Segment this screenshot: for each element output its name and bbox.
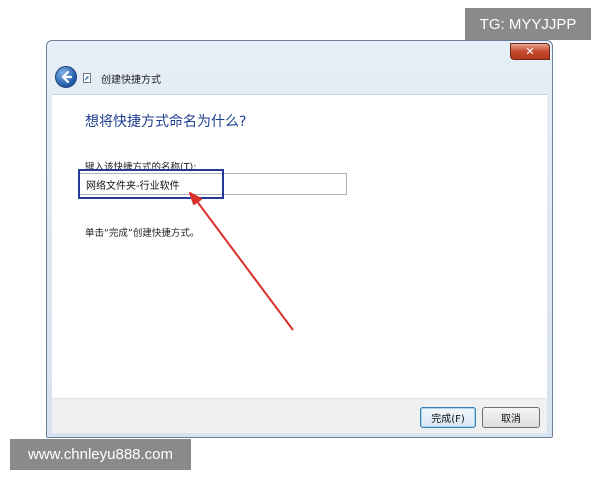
cancel-button[interactable]: 取消 <box>482 407 540 428</box>
name-field-label: 键入该快捷方式的名称(T): <box>85 162 197 173</box>
nav-bar: 创建快捷方式 <box>47 63 552 93</box>
page-heading: 想将快捷方式命名为什么? <box>85 114 247 130</box>
close-icon: ✕ <box>525 45 535 58</box>
watermark-top-right: TG: MYYJJPP <box>465 8 591 40</box>
create-shortcut-dialog: ✕ 创建快捷方式 想将快捷方式命名为什么? 键入该快捷方式的名称(T): 单击“… <box>46 40 553 438</box>
content-panel: 想将快捷方式命名为什么? 键入该快捷方式的名称(T): 单击“完成”创建快捷方式… <box>52 94 547 399</box>
shortcut-name-input[interactable] <box>79 173 347 195</box>
finish-hint-text: 单击“完成”创建快捷方式。 <box>85 228 200 239</box>
back-button[interactable] <box>55 66 77 88</box>
finish-button[interactable]: 完成(F) <box>420 407 476 428</box>
back-arrow-icon <box>61 70 73 84</box>
dialog-title: 创建快捷方式 <box>101 75 161 86</box>
watermark-bottom-left: www.chnleyu888.com <box>10 439 191 470</box>
close-button[interactable]: ✕ <box>510 43 550 60</box>
button-bar: 完成(F) 取消 <box>52 399 547 433</box>
shortcut-icon <box>83 73 91 83</box>
